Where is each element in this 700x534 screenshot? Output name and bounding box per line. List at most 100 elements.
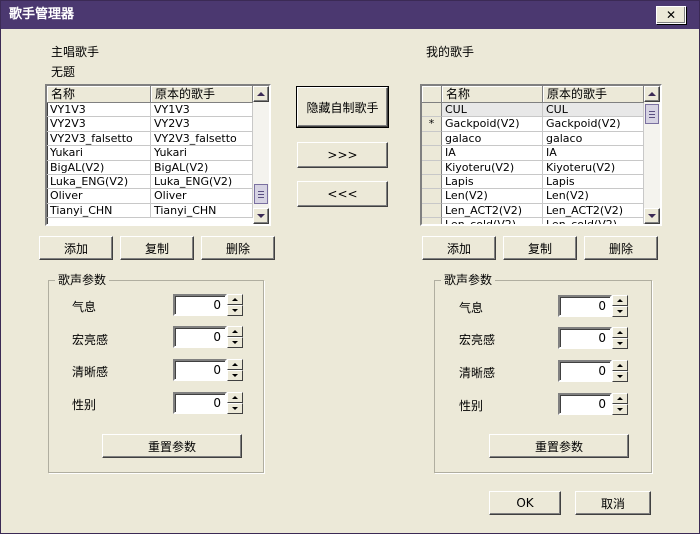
column-header-original-singer[interactable]: 原本的歌手: [543, 86, 644, 103]
list-item[interactable]: Lapis Lapis: [422, 174, 644, 190]
left-brightness-spinner[interactable]: [227, 326, 243, 348]
left-param-label-brightness: 宏亮感: [72, 333, 109, 347]
list-item[interactable]: VY2V3 VY2V3: [47, 117, 253, 132]
left-clearness-input[interactable]: 0: [173, 359, 227, 381]
column-header-original-singer[interactable]: 原本的歌手: [151, 86, 253, 103]
right-breath-input[interactable]: 0: [558, 295, 612, 317]
arrow-up-icon: [617, 299, 623, 302]
right-gender-spinner[interactable]: [612, 393, 628, 415]
spin-up-button[interactable]: [612, 295, 628, 306]
list-item[interactable]: Yukari Yukari: [47, 146, 253, 161]
left-add-button[interactable]: 添加: [39, 236, 113, 260]
right-add-button[interactable]: 添加: [422, 236, 496, 260]
left-breath-input[interactable]: 0: [173, 294, 227, 316]
hide-custom-singers-button[interactable]: 隐藏自制歌手: [296, 86, 389, 128]
singer-name-cell: Tianyi_CHN: [47, 203, 151, 219]
right-brightness-input[interactable]: 0: [558, 327, 612, 349]
original-singer-cell: Len_cold(V2): [543, 218, 644, 224]
spin-down-button[interactable]: [227, 337, 243, 348]
spin-down-button[interactable]: [612, 371, 628, 382]
move-left-button[interactable]: <<<: [297, 181, 388, 207]
right-clearness-spinner[interactable]: [612, 360, 628, 382]
spin-up-button[interactable]: [612, 393, 628, 404]
spin-down-button[interactable]: [612, 306, 628, 317]
list-item[interactable]: Len_cold(V2) Len_cold(V2): [422, 218, 644, 224]
spin-up-button[interactable]: [227, 326, 243, 337]
singer-manager-window: 歌手管理器 ✕ 主唱歌手 无题 名称 原本的歌手 VY1V3 VY1V3 VY2V3…: [0, 0, 700, 534]
list-item[interactable]: IA IA: [422, 146, 644, 161]
left-delete-button[interactable]: 删除: [201, 236, 275, 260]
original-singer-cell: Luka_ENG(V2): [151, 174, 253, 190]
singer-name-cell: Oliver: [47, 189, 151, 204]
arrow-down-icon: [232, 341, 238, 344]
singer-name-cell: VY1V3: [47, 103, 151, 118]
left-gender-spinner[interactable]: [227, 392, 243, 414]
list-scrollbar[interactable]: [253, 86, 269, 224]
spin-down-button[interactable]: [612, 338, 628, 349]
column-header-name[interactable]: 名称: [47, 86, 151, 103]
right-brightness-spinner[interactable]: [612, 327, 628, 349]
left-clearness-spinner[interactable]: [227, 359, 243, 381]
move-right-button[interactable]: >>>: [297, 142, 388, 168]
left-breath-spinner[interactable]: [227, 294, 243, 316]
spin-up-button[interactable]: [612, 327, 628, 338]
spin-down-button[interactable]: [227, 403, 243, 414]
left-reset-params-button[interactable]: 重置参数: [102, 434, 242, 458]
right-copy-button[interactable]: 复制: [503, 236, 577, 260]
list-item[interactable]: CUL CUL: [422, 103, 644, 118]
arrow-up-icon: [232, 363, 238, 366]
list-item[interactable]: Tianyi_CHN Tianyi_CHN: [47, 203, 253, 219]
left-brightness-input[interactable]: 0: [173, 326, 227, 348]
spin-down-button[interactable]: [612, 404, 628, 415]
singer-name-cell: galaco: [442, 131, 543, 147]
close-button[interactable]: ✕: [656, 6, 686, 24]
spin-up-button[interactable]: [227, 392, 243, 403]
list-item[interactable]: VY1V3 VY1V3: [47, 103, 253, 118]
arrow-down-icon: [648, 214, 656, 218]
singer-name-cell: Len_cold(V2): [442, 218, 543, 224]
list-item[interactable]: VY2V3_falsetto VY2V3_falsetto: [47, 131, 253, 147]
right-clearness-input[interactable]: 0: [558, 360, 612, 382]
spin-up-button[interactable]: [227, 294, 243, 305]
singer-name-cell: VY2V3_falsetto: [47, 131, 151, 147]
list-item[interactable]: Len(V2) Len(V2): [422, 189, 644, 204]
scroll-down-button[interactable]: [644, 208, 660, 224]
singer-name-cell: Yukari: [47, 146, 151, 161]
spin-up-button[interactable]: [227, 359, 243, 370]
cancel-button[interactable]: 取消: [575, 491, 651, 515]
spin-up-button[interactable]: [612, 360, 628, 371]
right-delete-button[interactable]: 删除: [584, 236, 658, 260]
right-breath-spinner[interactable]: [612, 295, 628, 317]
list-item[interactable]: Oliver Oliver: [47, 189, 253, 204]
spin-down-button[interactable]: [227, 305, 243, 316]
list-item[interactable]: Len_ACT2(V2) Len_ACT2(V2): [422, 203, 644, 219]
left-copy-button[interactable]: 复制: [120, 236, 194, 260]
ok-button[interactable]: OK: [489, 491, 561, 515]
right-reset-params-button[interactable]: 重置参数: [489, 434, 629, 458]
list-item[interactable]: Luka_ENG(V2) Luka_ENG(V2): [47, 174, 253, 190]
scroll-thumb[interactable]: [645, 104, 659, 124]
singer-name-cell: Len(V2): [442, 189, 543, 204]
scroll-up-button[interactable]: [253, 86, 269, 102]
scroll-down-button[interactable]: [253, 208, 269, 224]
row-marker: [422, 218, 442, 224]
original-singer-cell: BigAL(V2): [151, 160, 253, 175]
column-header-name[interactable]: 名称: [442, 86, 543, 103]
scroll-thumb[interactable]: [254, 184, 268, 204]
original-singer-cell: Len(V2): [543, 189, 644, 204]
right-gender-input[interactable]: 0: [558, 393, 612, 415]
column-header-marker[interactable]: [422, 86, 442, 103]
main-singer-list[interactable]: 名称 原本的歌手 VY1V3 VY1V3 VY2V3 VY2V3 VY2V3_false…: [45, 84, 271, 226]
arrow-down-icon: [232, 374, 238, 377]
original-singer-cell: Len_ACT2(V2): [543, 203, 644, 219]
list-item[interactable]: BigAL(V2) BigAL(V2): [47, 160, 253, 175]
scroll-up-button[interactable]: [644, 86, 660, 102]
spin-down-button[interactable]: [227, 370, 243, 381]
list-item[interactable]: galaco galaco: [422, 131, 644, 147]
list-item[interactable]: * Gackpoid(V2) Gackpoid(V2): [422, 117, 644, 132]
original-singer-cell: IA: [543, 146, 644, 161]
left-gender-input[interactable]: 0: [173, 392, 227, 414]
list-item[interactable]: Kiyoteru(V2) Kiyoteru(V2): [422, 160, 644, 175]
list-scrollbar[interactable]: [644, 86, 660, 224]
my-singer-list[interactable]: 名称 原本的歌手 CUL CUL * Gackpoid(V2) Gackpoid(V2)…: [420, 84, 662, 226]
